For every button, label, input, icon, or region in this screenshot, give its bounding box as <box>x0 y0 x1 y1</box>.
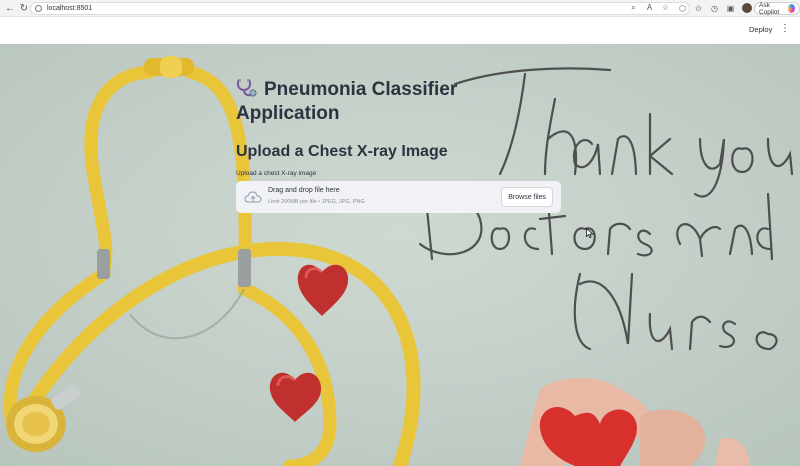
reload-icon[interactable]: ↻ <box>17 1 31 15</box>
drag-drop-text: Drag and drop file here <box>268 187 340 194</box>
copilot-label: Ask Copilot <box>759 1 780 16</box>
read-aloud-icon[interactable]: A <box>645 3 654 12</box>
collections-icon[interactable]: ▣ <box>726 4 735 13</box>
stethoscope-icon <box>236 79 257 97</box>
copilot-icon <box>787 4 795 13</box>
favorite-star-icon[interactable]: ☆ <box>661 3 670 12</box>
cloud-upload-icon <box>244 191 262 203</box>
file-uploader-dropzone[interactable]: Drag and drop file here Limit 200MB per … <box>236 181 561 213</box>
browse-files-button[interactable]: Browse files <box>501 187 553 207</box>
profile-avatar[interactable] <box>742 3 752 13</box>
favorites-icon[interactable]: ✩ <box>694 4 703 13</box>
upload-heading: Upload a Chest X-ray Image <box>236 143 448 160</box>
site-info-icon[interactable] <box>35 5 42 12</box>
address-bar[interactable]: localhost:8501 <box>30 2 690 15</box>
zoom-icon[interactable]: ⌕ <box>629 3 638 12</box>
app-header: Deploy ⋮ <box>0 17 800 44</box>
page-title: Pneumonia Classifier Application <box>236 78 496 126</box>
url-text: localhost:8501 <box>47 5 93 12</box>
browser-toolbar: ← ↻ localhost:8501 ⌕ A ☆ ⬡ ✩ ◷ ▣ ⋯ Ask C… <box>0 0 800 17</box>
back-icon[interactable]: ← <box>3 1 17 15</box>
deploy-button[interactable]: Deploy <box>749 25 772 34</box>
copilot-button[interactable]: Ask Copilot <box>754 1 800 16</box>
main-menu-icon[interactable]: ⋮ <box>780 24 790 34</box>
extensions-icon[interactable]: ⬡ <box>678 4 687 13</box>
uploader-label: Upload a chest X-ray image <box>236 170 317 177</box>
history-icon[interactable]: ◷ <box>710 4 719 13</box>
address-tools: ⌕ A ☆ <box>629 3 670 12</box>
mouse-cursor-icon <box>586 228 594 238</box>
page-title-text: Pneumonia Classifier Application <box>236 79 458 124</box>
file-limit-text: Limit 200MB per file • JPEG, JPG, PNG <box>268 199 365 205</box>
